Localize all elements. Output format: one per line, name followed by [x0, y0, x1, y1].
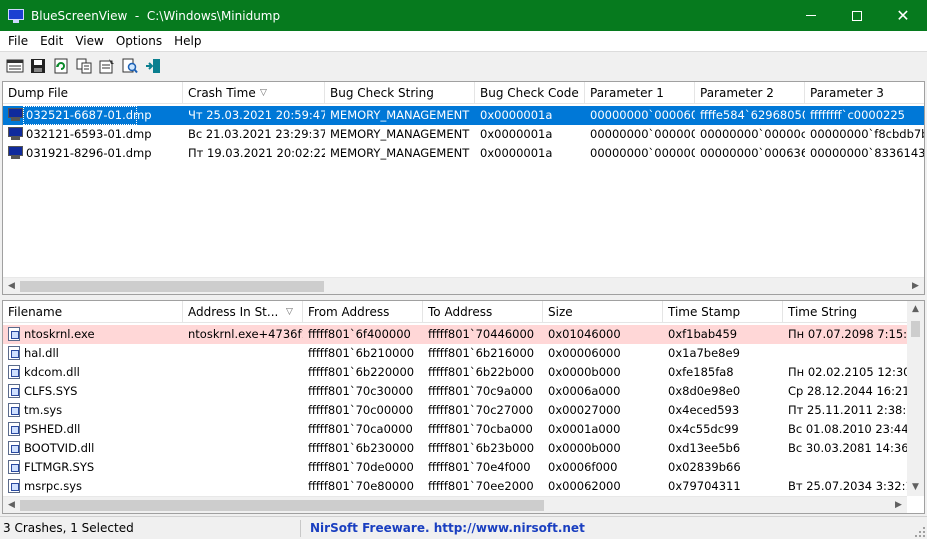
file-icon	[8, 345, 20, 360]
monitor-icon	[8, 8, 24, 23]
driver-row[interactable]: FLTMGR.SYS fffff801`70de0000 fffff801`70…	[3, 458, 909, 477]
scrollbar-thumb[interactable]	[911, 321, 920, 337]
toolbar	[0, 51, 927, 80]
file-icon	[8, 459, 20, 474]
properties-icon	[99, 59, 114, 74]
refresh-icon	[54, 58, 68, 74]
report-button[interactable]	[4, 55, 26, 77]
nirsoft-link[interactable]: NirSoft Freeware. http://www.nirsoft.net	[310, 517, 585, 539]
crash-row[interactable]: 031921-8296-01.dmp Пт 19.03.2021 20:02:2…	[3, 144, 924, 163]
find-icon	[122, 58, 138, 74]
save-button[interactable]	[27, 55, 49, 77]
report-icon	[6, 59, 24, 73]
resize-grip-icon[interactable]	[915, 527, 925, 537]
column-parameter-2[interactable]: Parameter 2	[695, 82, 805, 104]
title-bar: BlueScreenView - C:\Windows\Minidump ✕	[0, 0, 927, 31]
scroll-left-icon[interactable]: ◀	[3, 278, 20, 294]
menu-file[interactable]: File	[2, 34, 34, 48]
menu-options[interactable]: Options	[110, 34, 168, 48]
sort-descending-icon: ▽	[260, 88, 267, 98]
driver-row[interactable]: kdcom.dll fffff801`6b220000 fffff801`6b2…	[3, 363, 909, 382]
driver-row[interactable]: CLFS.SYS fffff801`70c30000 fffff801`70c9…	[3, 382, 909, 401]
file-icon	[8, 478, 20, 493]
file-icon	[8, 383, 20, 398]
crash-list-header: Dump File Crash Time ▽ Bug Check String B…	[3, 82, 924, 104]
dump-file-icon	[8, 126, 23, 141]
driver-row[interactable]: hal.dll fffff801`6b210000 fffff801`6b216…	[3, 344, 909, 363]
scroll-left-icon[interactable]: ◀	[3, 497, 20, 513]
minimize-icon	[806, 15, 816, 16]
crash-list[interactable]: Dump File Crash Time ▽ Bug Check String B…	[2, 81, 925, 295]
driver-list-horizontal-scrollbar[interactable]: ◀ ▶	[3, 496, 907, 513]
driver-row[interactable]: tm.sys fffff801`70c00000 fffff801`70c270…	[3, 401, 909, 420]
column-time-string[interactable]: Time String	[783, 301, 909, 323]
dump-file-icon	[8, 145, 23, 160]
close-button[interactable]: ✕	[880, 0, 926, 31]
driver-list-header: Filename Address In St... ▽ From Address …	[3, 301, 924, 323]
refresh-button[interactable]	[50, 55, 72, 77]
scrollbar-thumb[interactable]	[20, 281, 324, 292]
column-bug-check-string[interactable]: Bug Check String	[325, 82, 475, 104]
driver-row[interactable]: ntoskrnl.exe ntoskrnl.exe+4736f1 fffff80…	[3, 325, 909, 344]
driver-row[interactable]: msrpc.sys fffff801`70e80000 fffff801`70e…	[3, 477, 909, 496]
dump-file-icon	[8, 107, 23, 122]
file-icon	[8, 364, 20, 379]
column-parameter-3[interactable]: Parameter 3	[805, 82, 924, 104]
menu-edit[interactable]: Edit	[34, 34, 69, 48]
status-bar: 3 Crashes, 1 Selected NirSoft Freeware. …	[0, 516, 927, 539]
save-icon	[31, 59, 45, 73]
menu-view[interactable]: View	[69, 34, 109, 48]
column-to-address[interactable]: To Address	[423, 301, 543, 323]
crash-row[interactable]: 032121-6593-01.dmp Вс 21.03.2021 23:29:3…	[3, 125, 924, 144]
file-icon	[8, 440, 20, 455]
file-icon	[8, 326, 20, 341]
driver-list-vertical-scrollbar[interactable]: ▲ ▼	[907, 301, 924, 496]
column-size[interactable]: Size	[543, 301, 663, 323]
status-divider	[300, 520, 301, 537]
column-filename[interactable]: Filename	[3, 301, 183, 323]
menu-bar: File Edit View Options Help	[0, 31, 927, 51]
column-bug-check-code[interactable]: Bug Check Code	[475, 82, 585, 104]
maximize-button[interactable]	[834, 0, 880, 31]
scroll-down-icon[interactable]: ▼	[907, 479, 924, 496]
find-button[interactable]	[119, 55, 141, 77]
file-icon	[8, 402, 20, 417]
column-time-stamp[interactable]: Time Stamp	[663, 301, 783, 323]
close-icon: ✕	[896, 5, 910, 25]
scroll-right-icon[interactable]: ▶	[907, 278, 924, 294]
menu-help[interactable]: Help	[168, 34, 207, 48]
column-from-address[interactable]: From Address	[303, 301, 423, 323]
column-address-in-stack[interactable]: Address In St... ▽	[183, 301, 303, 323]
exit-icon	[146, 59, 160, 73]
minimize-button[interactable]	[788, 0, 834, 31]
driver-row[interactable]: BOOTVID.dll fffff801`6b230000 fffff801`6…	[3, 439, 909, 458]
column-crash-time[interactable]: Crash Time ▽	[183, 82, 325, 104]
column-parameter-1[interactable]: Parameter 1	[585, 82, 695, 104]
driver-row[interactable]: PSHED.dll fffff801`70ca0000 fffff801`70c…	[3, 420, 909, 439]
file-icon	[8, 421, 20, 436]
scroll-right-icon[interactable]: ▶	[890, 497, 907, 513]
copy-button[interactable]	[73, 55, 95, 77]
crash-list-horizontal-scrollbar[interactable]: ◀ ▶	[3, 277, 924, 294]
scroll-up-icon[interactable]: ▲	[907, 301, 924, 318]
driver-list[interactable]: Filename Address In St... ▽ From Address …	[2, 300, 925, 514]
column-dump-file[interactable]: Dump File	[3, 82, 183, 104]
copy-icon	[76, 58, 92, 74]
crash-row[interactable]: 032521-6687-01.dmp Чт 25.03.2021 20:59:4…	[3, 106, 924, 125]
status-text: 3 Crashes, 1 Selected	[3, 521, 134, 535]
exit-button[interactable]	[142, 55, 164, 77]
scrollbar-thumb[interactable]	[20, 500, 544, 511]
window-title: BlueScreenView - C:\Windows\Minidump	[31, 8, 281, 23]
maximize-icon	[852, 10, 862, 21]
sort-descending-icon: ▽	[286, 307, 293, 317]
properties-button[interactable]	[96, 55, 118, 77]
